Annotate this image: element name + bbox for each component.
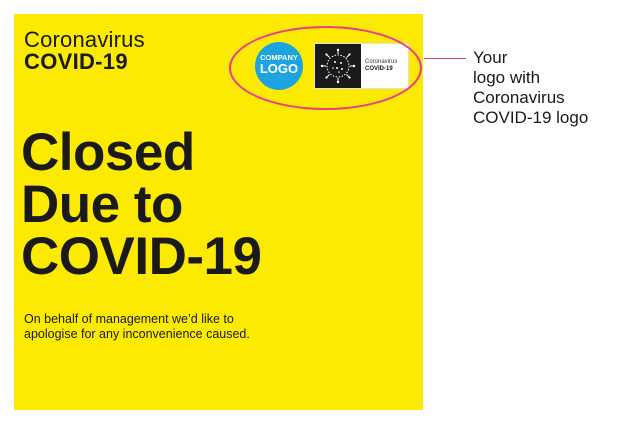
poster-body-text: On behalf of management we’d like to apo… xyxy=(24,312,250,342)
callout-text: Your logo with Coronavirus COVID-19 logo xyxy=(473,48,588,128)
callout-line-2: logo with xyxy=(473,68,541,87)
poster-headline: Closed Due to COVID-19 xyxy=(21,123,262,286)
body-line-2: apologise for any inconvenience caused. xyxy=(24,327,250,341)
poster-header-line2: COVID-19 xyxy=(24,49,128,74)
headline-line-1: Closed xyxy=(21,123,195,182)
callout-line-1: Your xyxy=(473,48,508,67)
canvas: Coronavirus COVID-19 Closed Due to COVID… xyxy=(0,0,639,425)
highlight-ellipse xyxy=(229,26,422,110)
callout-line-4: COVID-19 logo xyxy=(473,108,589,127)
body-line-1: On behalf of management we’d like to xyxy=(24,312,234,326)
callout-line xyxy=(424,58,466,59)
headline-line-2: Due to xyxy=(21,175,183,234)
callout-line-3: Coronavirus xyxy=(473,88,565,107)
headline-line-3: COVID-19 xyxy=(21,227,262,286)
